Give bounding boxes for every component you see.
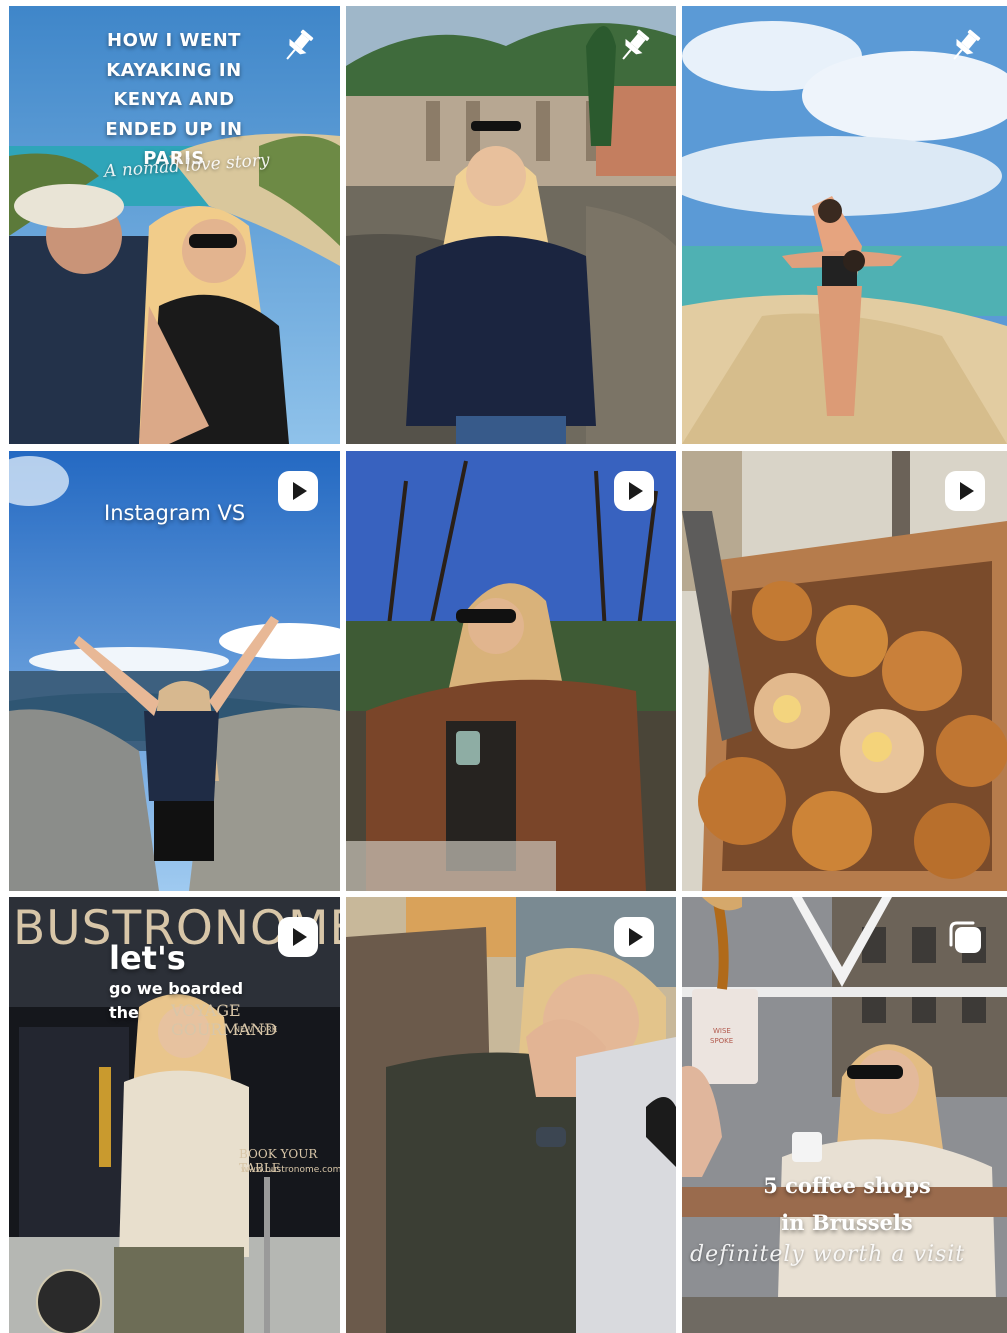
pin-icon [612, 24, 656, 68]
post-tile-kayaking-kenya[interactable]: HOW I WENT KAYAKING IN KENYA AND ENDED U… [9, 6, 340, 444]
post-thumbnail-image [682, 451, 1007, 891]
carousel-caption-line-1: 5 coffee shops [763, 1173, 931, 1198]
post-thumbnail-image [346, 897, 676, 1333]
reel-caption-line-2: the [109, 1003, 139, 1022]
cup-brand-line-2: SPOKE [710, 1037, 734, 1045]
reel-caption-line-1: go we boarded [109, 979, 244, 998]
post-title-line-1: HOW I WENT [107, 30, 241, 51]
carousel-icon [943, 915, 987, 959]
bus-text-url: www.bustronome.com [241, 1165, 340, 1175]
profile-posts-grid: HOW I WENT KAYAKING IN KENYA AND ENDED U… [0, 0, 1007, 1333]
reel-play-icon [943, 469, 987, 513]
post-tile-ruins-portrait[interactable] [346, 6, 676, 444]
reel-tile-instagram-vs[interactable]: Instagram VS [9, 451, 340, 891]
post-title-line-3: KENYA AND [113, 89, 235, 110]
reel-play-icon [276, 915, 320, 959]
post-thumbnail-image [682, 6, 1007, 444]
reel-tile-bustronome[interactable]: BUSTRONOME VOYAGE GOURMAND let's go we b… [9, 897, 340, 1333]
reel-play-icon [612, 915, 656, 959]
pin-icon [276, 24, 320, 68]
carousel-tile-brussels-coffee[interactable]: WISE SPOKE 5 coffee shops in Brussels de… [682, 897, 1007, 1333]
post-thumbnail-image [346, 6, 676, 444]
reel-tile-laughing-laptop[interactable] [346, 897, 676, 1333]
reel-caption-big: let's [109, 939, 186, 977]
reel-tile-sunny-cafe[interactable] [346, 451, 676, 891]
reel-caption: Instagram VS [104, 501, 246, 525]
carousel-subtitle: definitely worth a visit [690, 1242, 966, 1267]
bus-text-newyork: NEW YORK [234, 1025, 278, 1034]
post-thumbnail-image [346, 451, 676, 891]
reel-play-icon [612, 469, 656, 513]
pin-icon [943, 24, 987, 68]
post-title-line-2: KAYAKING IN [106, 59, 242, 81]
reel-play-icon [276, 469, 320, 513]
post-tile-beach-friends[interactable] [682, 6, 1007, 444]
carousel-caption-line-2: in Brussels [781, 1210, 913, 1235]
reel-tile-pastries[interactable] [682, 451, 1007, 891]
post-title-line-4: ENDED UP IN [105, 118, 243, 140]
post-thumbnail-image [682, 897, 1007, 1333]
cup-brand-line-1: WISE [713, 1027, 731, 1035]
